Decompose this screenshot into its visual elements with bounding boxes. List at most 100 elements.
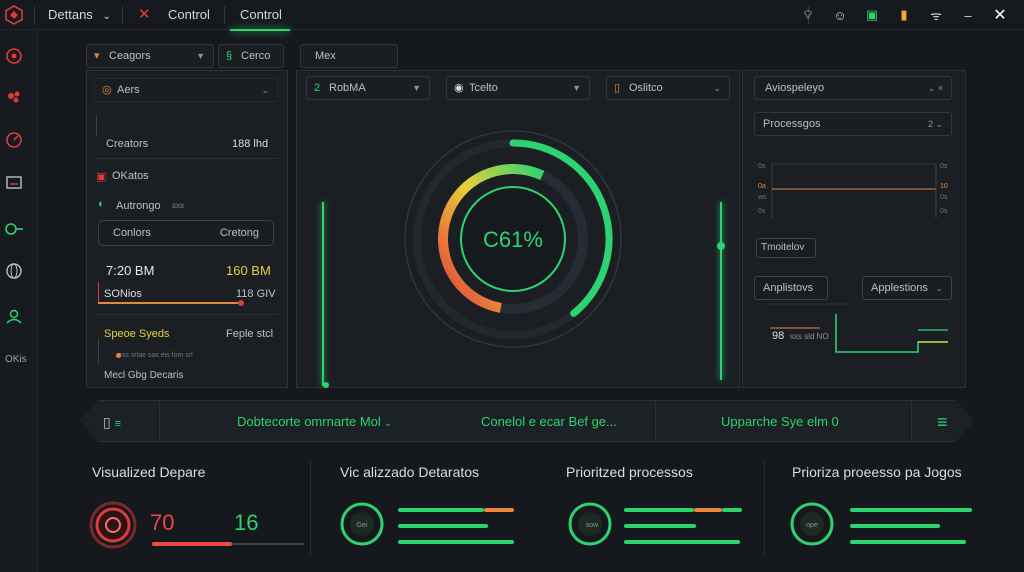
top-bar: Dettans ⌄ ✕ Control Control ⌔ ☺ ▣ ▮ ᯤ – … — [0, 0, 1024, 31]
right-slider-knob[interactable] — [717, 242, 725, 250]
cerco-label: Cerco — [241, 50, 271, 62]
stat-2-ring-label: Gei — [357, 522, 368, 529]
cretong-button[interactable]: Cretong — [220, 221, 259, 245]
okatos-label: OKatos — [112, 170, 149, 182]
sonios-slider-knob[interactable] — [238, 300, 244, 306]
right-vertical-slider[interactable] — [720, 202, 722, 380]
chart-tick-label: 0s — [758, 163, 766, 170]
stat-1-value-2: 16 — [234, 510, 259, 535]
anplistovs-button[interactable]: Anplistovs — [754, 276, 828, 300]
applications-step-chart — [770, 303, 948, 353]
oslitco-label: Oslitco — [629, 82, 663, 94]
speed-small-line: exs srlae sax eis fom srl — [118, 352, 193, 359]
process-line-chart: 0s 0a ws 0s 0s 10 0s 0s — [757, 163, 948, 218]
command-item-1[interactable]: Dobtecorte omrnarte Mol ⌄ — [237, 401, 392, 442]
control-tab-1[interactable]: Control — [168, 0, 210, 30]
aers-dropdown[interactable]: ◎ Aers ⌄ — [94, 78, 278, 102]
main-gauge: C61% — [404, 130, 622, 348]
control-tab-2[interactable]: Control — [240, 0, 282, 30]
autorogo-icon: ◐ — [98, 198, 105, 210]
left-vertical-slider[interactable] — [322, 202, 324, 386]
conlors-button[interactable]: Conlors — [113, 227, 151, 239]
aers-label: Aers — [117, 84, 140, 96]
flame-icon: ▾ — [94, 50, 100, 62]
okatos-icon: ▣ — [96, 171, 107, 183]
gear-icon[interactable] — [4, 87, 24, 107]
shield-icon[interactable] — [4, 46, 24, 66]
tcelto-icon: ◉ — [454, 82, 464, 94]
wifi-icon[interactable]: ⌔ — [792, 7, 824, 23]
aviospeleyo-dropdown[interactable]: Aviospeleyo ⌄ × — [754, 76, 952, 100]
user-icon[interactable] — [4, 306, 24, 326]
globe-icon[interactable] — [4, 261, 24, 281]
chart-tick-label: 0s — [940, 163, 948, 170]
applestions-dropdown[interactable]: Applestions ⌄ — [862, 276, 952, 300]
stat-2-ring: Gei — [340, 502, 384, 546]
chevron-down-icon: ▼ — [196, 51, 205, 61]
stat-title-2: Vic alizzado Detaratos — [340, 464, 480, 480]
menu-label: Dettans — [48, 7, 93, 22]
time-label: 7:20 BM — [106, 263, 155, 278]
chart-ticks-left: 0s 0a ws 0s — [757, 163, 767, 215]
processgos-label: Processgos — [763, 118, 821, 130]
speed-value: Feple stcl — [226, 328, 274, 340]
emoji-icon[interactable]: ☺ — [824, 8, 856, 23]
close-icon[interactable]: ✕ — [984, 5, 1016, 25]
stat-4-ring-label: ope — [806, 522, 818, 529]
menu-icon[interactable]: ≡ — [937, 401, 948, 442]
command-item-1-label: Dobtecorte omrnarte Mol — [237, 414, 381, 429]
conlors-cretong-toggle[interactable]: Conlors Cretong — [98, 220, 274, 246]
left-footer: Mecl Gbg Decaris — [104, 370, 184, 381]
battery-icon[interactable]: ▮ — [888, 7, 920, 23]
command-bar: ▯ ≡ Dobtecorte omrnarte Mol ⌄ Conelol e … — [80, 400, 974, 442]
chevron-down-icon: ⌄ — [261, 85, 269, 95]
sidebar-bottom-label: OKis — [5, 354, 27, 365]
chevron-down-icon: ⌄ — [384, 418, 392, 428]
menu-dropdown[interactable]: Dettans ⌄ — [48, 0, 111, 30]
cerco-tab[interactable]: § Cerco — [218, 44, 284, 68]
tmoitelov-tag[interactable]: Tmoitelov — [756, 238, 816, 258]
oslitco-icon: ▯ — [614, 82, 621, 94]
robma-label: RobMA — [329, 82, 366, 94]
robma-dropdown[interactable]: 2 RobMA ▼ — [306, 76, 430, 100]
gauge-icon[interactable] — [4, 130, 24, 150]
tcelto-label: Tcelto — [469, 82, 498, 94]
battery-slot-icon[interactable]: ▯ ≡ — [103, 401, 121, 442]
stat-4-ring: ope — [790, 502, 834, 546]
autorogo-small: sxs — [172, 201, 184, 210]
sonios-label: SONios — [104, 288, 142, 300]
anplistovs-label: Anplistovs — [763, 282, 814, 294]
mex-label: Mex — [315, 50, 336, 62]
toggle-icon[interactable] — [4, 219, 24, 239]
chevron-down-icon: ▼ — [412, 83, 421, 93]
window-controls: ⌔ ☺ ▣ ▮ ᯤ – ✕ — [792, 0, 1016, 30]
ceagors-dropdown[interactable]: ▾ Ceagors ▼ — [86, 44, 214, 68]
ceagors-label: Ceagors — [109, 50, 151, 62]
speed-label: Speoe Syeds — [104, 328, 170, 340]
minimize-icon[interactable]: – — [952, 8, 984, 23]
autorogo-label: Autrongo — [116, 200, 161, 212]
mex-tab[interactable]: Mex — [300, 44, 398, 68]
creators-label: Creators — [106, 138, 149, 150]
processgos-dropdown[interactable]: Processgos 2 ⌄ — [754, 112, 952, 136]
chevron-down-icon: ⌄ × — [927, 83, 943, 93]
chart-ticks-right: 0s 10 0s 0s — [940, 163, 948, 215]
command-item-2[interactable]: Conelol e ecar Bef ge... — [481, 401, 617, 442]
command-item-3[interactable]: Upparche Sye elm 0 — [721, 401, 839, 442]
tmoitelov-label: Tmoitelov — [761, 242, 805, 253]
stat-1-bar-red — [152, 542, 232, 546]
stat-3-ring: sow — [568, 502, 612, 546]
sonios-value: 118 GIV — [236, 288, 276, 300]
robma-icon: 2 — [314, 82, 321, 94]
signal-icon[interactable]: ᯤ — [920, 6, 952, 24]
close-x-icon[interactable]: ✕ — [138, 0, 151, 30]
time-value: 160 BM — [226, 263, 271, 278]
tcelto-dropdown[interactable]: ◉ Tcelto ▼ — [446, 76, 590, 100]
stat-title-1: Visualized Depare — [92, 464, 206, 480]
oslitco-dropdown[interactable]: ▯ Oslitco ⌄ — [606, 76, 730, 100]
monitor-icon[interactable] — [4, 173, 24, 193]
chart-tick-label: 0s — [758, 208, 766, 215]
lock-icon[interactable]: ▣ — [856, 7, 888, 23]
stat-1-value-1: 70 — [150, 510, 175, 535]
sidebar: OKis — [0, 31, 38, 572]
